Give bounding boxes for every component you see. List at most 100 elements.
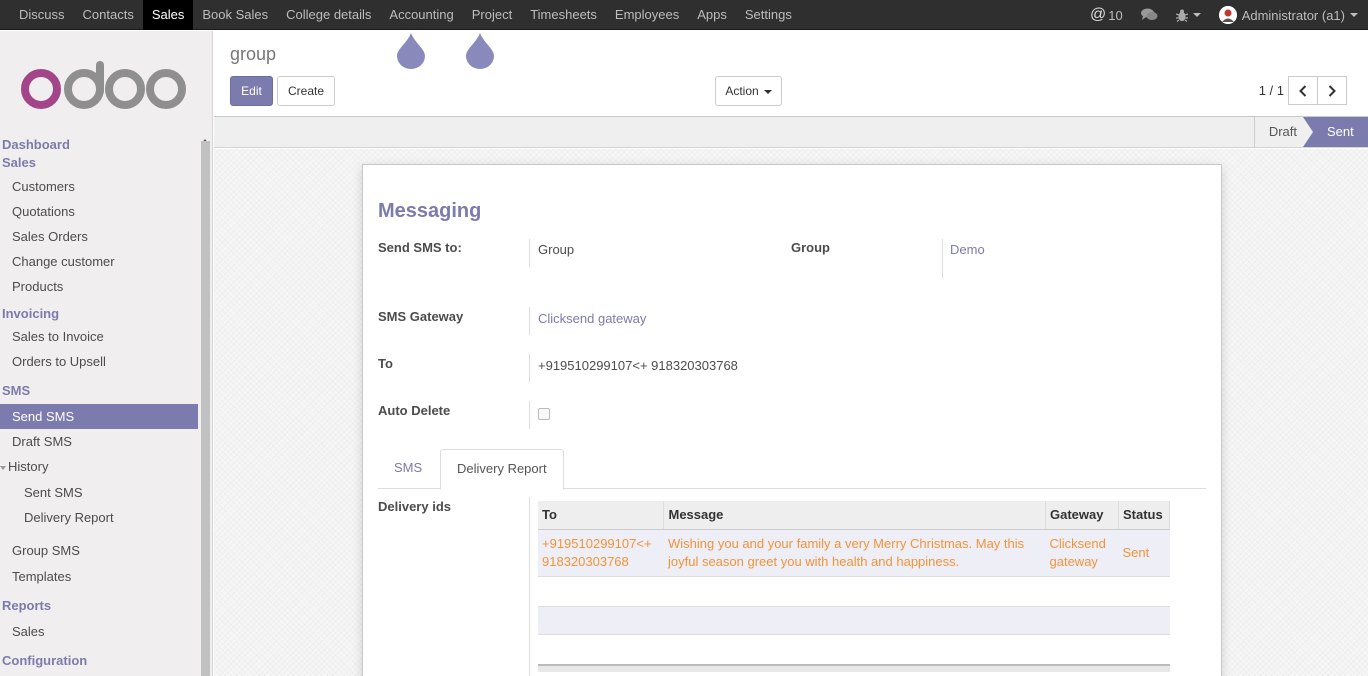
odoo-logo (21, 61, 186, 109)
tab-sms[interactable]: SMS (378, 449, 438, 489)
cell-message: Wishing you and your family a very Merry… (667, 535, 1025, 569)
control-panel: group Edit Create Action 1 / 1 (214, 31, 1368, 117)
group-label: Group (791, 240, 830, 255)
sidebar-item-sales-orders[interactable]: Sales Orders (0, 224, 198, 249)
top-menu: Discuss Contacts Sales Book Sales Colleg… (10, 0, 801, 30)
sidebar-item-group-sms[interactable]: Group SMS (0, 530, 198, 564)
user-menu[interactable]: Administrator (a1) (1218, 6, 1358, 24)
table-footer (538, 664, 1170, 672)
status-bar: Draft Sent (214, 117, 1368, 148)
chat-icon (1140, 8, 1158, 20)
sidebar-header-reports[interactable]: Reports (0, 589, 198, 619)
sidebar-item-quotations[interactable]: Quotations (0, 199, 198, 224)
divider (529, 307, 530, 335)
pager-next-button[interactable] (1317, 76, 1347, 105)
table-row[interactable]: +919510299107<+ 918320303768 Wishing you… (538, 529, 1170, 576)
pager-previous-button[interactable] (1288, 76, 1318, 105)
sidebar-scrollbar[interactable] (201, 141, 210, 676)
menu-employees[interactable]: Employees (606, 0, 688, 30)
tab-delivery-report[interactable]: Delivery Report (440, 449, 564, 490)
mentions-count: 10 (1108, 7, 1123, 23)
sidebar-item-products[interactable]: Products (0, 274, 198, 299)
status-separator (1303, 117, 1313, 147)
top-right-menu: @ 10 Administrator (a1) (1090, 0, 1368, 30)
droplet-icon (466, 33, 494, 69)
menu-sales[interactable]: Sales (142, 0, 194, 30)
sidebar-item-reports-sales[interactable]: Sales (0, 619, 198, 644)
sidebar-history-label: History (8, 459, 49, 474)
sidebar-item-delivery-report[interactable]: Delivery Report (0, 505, 198, 530)
action-button[interactable]: Action (715, 76, 782, 106)
menu-college-details[interactable]: College details (277, 0, 380, 30)
action-label: Action (725, 84, 759, 98)
to-label: To (378, 356, 393, 371)
sms-gateway-label: SMS Gateway (378, 309, 464, 324)
chevron-left-icon (1299, 84, 1307, 97)
sidebar-header-sales[interactable]: Sales (0, 154, 198, 174)
status-draft[interactable]: Draft (1253, 117, 1306, 147)
empty-row (538, 606, 1170, 635)
divider (529, 401, 530, 429)
column-header-to[interactable]: To (538, 501, 665, 530)
empty-row (538, 577, 1170, 606)
sidebar-item-sales-to-invoice[interactable]: Sales to Invoice (0, 324, 198, 349)
edit-button[interactable]: Edit (230, 76, 273, 106)
mentions-button[interactable]: @ 10 (1090, 6, 1123, 24)
avatar (1218, 6, 1237, 24)
send-to-label: Send SMS to: (378, 240, 462, 255)
column-header-status[interactable]: Status (1118, 501, 1171, 530)
top-navbar: Discuss Contacts Sales Book Sales Colleg… (0, 0, 1368, 30)
auto-delete-checkbox[interactable] (538, 408, 550, 420)
sidebar-item-customers[interactable]: Customers (0, 174, 198, 199)
droplet-icon (397, 33, 425, 69)
auto-delete-label: Auto Delete (378, 403, 451, 418)
form-content-area: Messaging Send SMS to: Group Group Demo … (214, 149, 1368, 676)
menu-project[interactable]: Project (463, 0, 521, 30)
menu-book-sales[interactable]: Book Sales (193, 0, 277, 30)
column-header-message[interactable]: Message (663, 501, 1046, 530)
empty-row (538, 635, 1170, 664)
sidebar-item-send-sms[interactable]: Send SMS (0, 404, 198, 429)
menu-contacts[interactable]: Contacts (74, 0, 143, 30)
pager-value: 1 / 1 (1258, 83, 1284, 98)
delivery-table: To Message Gateway Status +919510299107<… (538, 501, 1171, 577)
chevron-down-icon (1192, 13, 1201, 17)
sidebar-item-draft-sms[interactable]: Draft SMS (0, 429, 198, 454)
menu-apps[interactable]: Apps (688, 0, 736, 30)
divider (529, 354, 530, 382)
user-name: Administrator (a1) (1241, 7, 1345, 23)
to-field[interactable]: +919510299107<+ 918320303768 (538, 358, 738, 373)
divider (529, 497, 530, 676)
sidebar-item-history[interactable]: History (0, 454, 198, 479)
send-to-field[interactable]: Group (538, 242, 574, 257)
form-sheet: Messaging Send SMS to: Group Group Demo … (362, 164, 1222, 676)
chevron-down-icon (1350, 13, 1358, 17)
group-field[interactable]: Demo (950, 242, 985, 257)
divider (942, 239, 943, 278)
chevron-right-icon (1328, 84, 1336, 97)
sidebar-header-dashboard[interactable]: Dashboard (0, 136, 198, 154)
sidebar-header-invoicing[interactable]: Invoicing (0, 299, 198, 324)
sidebar-header-configuration[interactable]: Configuration (0, 644, 198, 674)
menu-accounting[interactable]: Accounting (380, 0, 462, 30)
debug-button[interactable] (1175, 9, 1201, 22)
sidebar-item-change-customer[interactable]: Change customer (0, 249, 198, 274)
at-icon: @ (1089, 6, 1107, 23)
sidebar-menu: Dashboard Sales Customers Quotations Sal… (0, 136, 198, 674)
divider (529, 239, 530, 267)
menu-settings[interactable]: Settings (736, 0, 801, 30)
chat-button[interactable] (1140, 8, 1158, 22)
menu-discuss[interactable]: Discuss (10, 0, 74, 30)
sidebar-header-sms[interactable]: SMS (0, 374, 198, 404)
sidebar-item-orders-to-upsell[interactable]: Orders to Upsell (0, 349, 198, 374)
column-header-gateway[interactable]: Gateway (1045, 501, 1119, 530)
chevron-down-icon (763, 89, 772, 94)
sidebar-item-sent-sms[interactable]: Sent SMS (0, 479, 198, 505)
form-title: Messaging (378, 200, 482, 222)
notebook-tabs: SMS Delivery Report (378, 449, 1206, 490)
menu-timesheets[interactable]: Timesheets (521, 0, 606, 30)
sidebar-item-templates[interactable]: Templates (0, 564, 198, 589)
bug-icon (1175, 9, 1188, 22)
create-button[interactable]: Create (277, 76, 335, 106)
sms-gateway-field[interactable]: Clicksend gateway (538, 311, 646, 326)
